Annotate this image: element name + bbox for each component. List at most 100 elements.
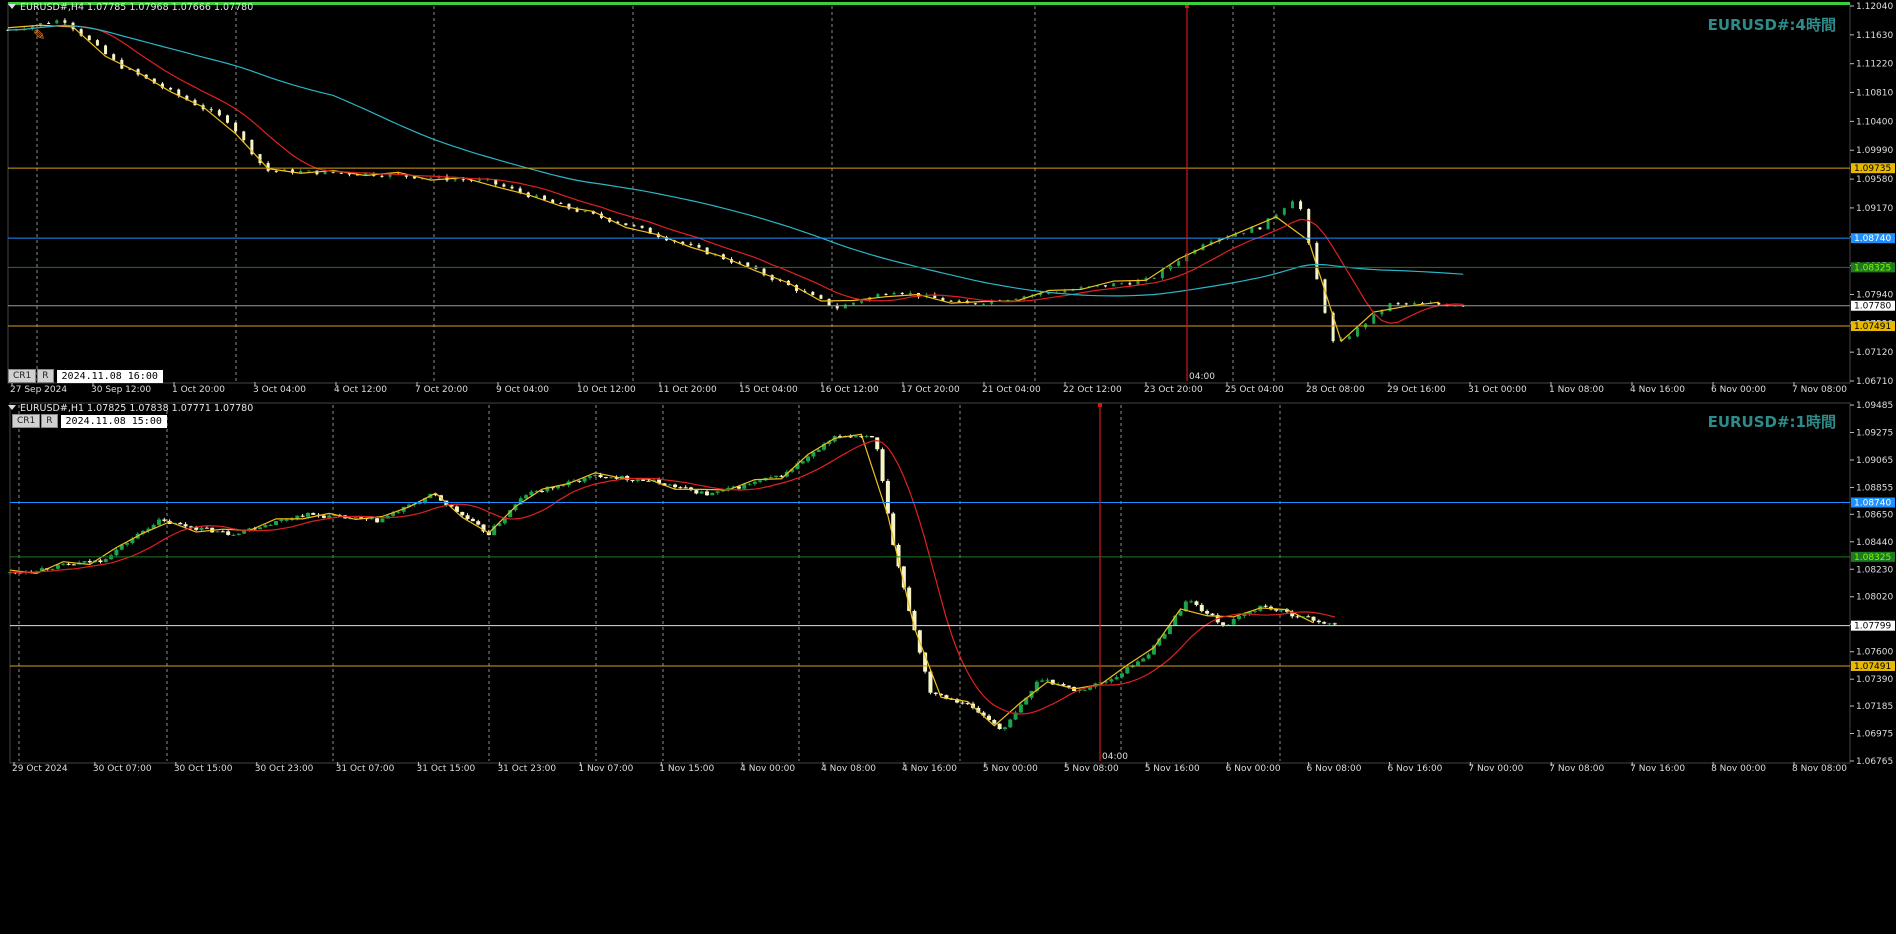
candle-body [973,303,977,305]
candle-body [242,131,246,140]
candle-body [98,560,103,563]
time-tick-label: 31 Oct 07:00 [336,764,395,774]
price-level-tag-text: 1.08740 [1854,499,1891,509]
price-tick-label: 1.09990 [1856,146,1893,156]
time-tick-label: 17 Oct 20:00 [901,385,960,395]
candle-body [885,480,890,514]
h4-chart-window[interactable]: 1.12040 1.11630 1.11220 1.10810 1.10400 1.099… [0,0,1896,397]
collapse-triangle-icon[interactable] [8,405,16,410]
time-tick-label: 3 Oct 04:00 [253,385,306,395]
price-tick-label: 1.09170 [1856,204,1893,214]
candle-body [593,474,598,477]
time-tick-label: 8 Nov 08:00 [1792,764,1847,774]
candle-body [353,517,358,519]
candle-body [640,225,644,228]
candle-body [1210,613,1215,616]
candle-body [673,484,678,488]
collapse-triangle-icon[interactable] [8,4,16,9]
candle-body [178,522,183,525]
candle-body [806,456,811,462]
time-tick-label: 1 Nov 15:00 [659,764,714,774]
h1-chart-canvas[interactable]: 1.09485 1.09275 1.09065 1.08855 1.08650 1.084… [0,399,1896,934]
candle-body [87,561,92,563]
candle-body [800,461,805,464]
time-tick-label: 7 Nov 08:00 [1549,764,1604,774]
candle-body [169,87,173,90]
price-tick-label: 1.06765 [1856,757,1893,767]
candle-body [705,247,709,255]
h4-r-button[interactable]: R [37,369,54,383]
h4-chart-canvas[interactable]: 1.12040 1.11630 1.11220 1.10810 1.10400 1.099… [0,0,1896,397]
zigzag-line [7,24,1439,343]
candle-body [1018,704,1023,713]
h4-datetime-box: 2024.11.08 16:00 [56,369,163,383]
candle-body [1120,283,1124,285]
candle-body [752,481,757,484]
candle-body [678,487,683,489]
candle-body [339,172,343,174]
candle-body [1372,314,1376,324]
time-tick-label: 9 Oct 04:00 [496,385,549,395]
candle-body [949,300,953,302]
candle-body [1141,658,1146,662]
candle-body [1082,689,1087,691]
candle-body [220,531,225,533]
candle-body [50,568,55,570]
h4-crosshair-box: CR1 R 2024.11.08 16:00 [8,369,163,383]
candle-body [957,300,961,302]
time-tick-label: 1 Nov 08:00 [1549,385,1604,395]
candle-body [1189,601,1194,603]
candle-body [875,437,880,450]
price-tick-label: 1.07120 [1856,348,1893,358]
candle-body [1327,623,1332,625]
candle-body [892,292,896,295]
candle-body [1177,261,1181,266]
candle-body [768,477,773,479]
time-tick-label: 29 Oct 16:00 [1387,385,1446,395]
candle-body [274,520,279,526]
candle-body [1355,327,1359,337]
candle-body [215,531,220,533]
zigzag-line [9,433,1314,727]
h1-cr1-button[interactable]: CR1 [12,414,41,428]
candle-body [960,702,965,704]
h1-r-button[interactable]: R [41,414,58,428]
price-tick-label: 1.12040 [1856,2,1893,12]
candle-body [819,295,823,299]
h4-cr1-button[interactable]: CR1 [8,369,37,383]
candle-body [1128,283,1132,285]
price-tick-label: 1.06710 [1856,377,1893,387]
candle-body [880,449,885,481]
candle-body [225,115,229,123]
candle-body [1290,201,1294,209]
candle-body [204,527,209,529]
candle-body [104,45,108,55]
candle-body [1109,679,1114,682]
price-tick-label: 1.08650 [1856,510,1893,520]
candle-body [1396,303,1400,305]
time-tick-label: 31 Oct 00:00 [1468,385,1527,395]
candle-body [199,527,204,530]
candle-body [1014,298,1018,300]
time-tick-label: 8 Nov 00:00 [1711,764,1766,774]
candle-body [992,720,997,724]
candle-body [476,521,481,525]
candle-body [876,294,880,298]
price-level-tag-text: 1.07491 [1854,662,1891,672]
candle-body [1135,661,1140,666]
price-tick-label: 1.09485 [1856,401,1893,411]
candle-body [82,561,87,563]
candle-body [1152,277,1156,279]
cursor-marker [1098,403,1102,407]
candle-body [1221,622,1226,625]
candle-body [1231,618,1236,625]
price-tick-label: 1.08230 [1856,565,1893,575]
candle-body [667,484,672,486]
h1-datetime-box: 2024.11.08 15:00 [60,414,167,428]
pencil-tool-icon[interactable]: ✎ [33,28,46,43]
h1-chart-window[interactable]: 1.09485 1.09275 1.09065 1.08855 1.08650 1.084… [0,399,1896,934]
candle-body [603,477,608,479]
candle-body [1045,679,1050,681]
price-tick-label: 1.09065 [1856,456,1893,466]
price-level-tag-text: 1.08325 [1854,553,1891,563]
